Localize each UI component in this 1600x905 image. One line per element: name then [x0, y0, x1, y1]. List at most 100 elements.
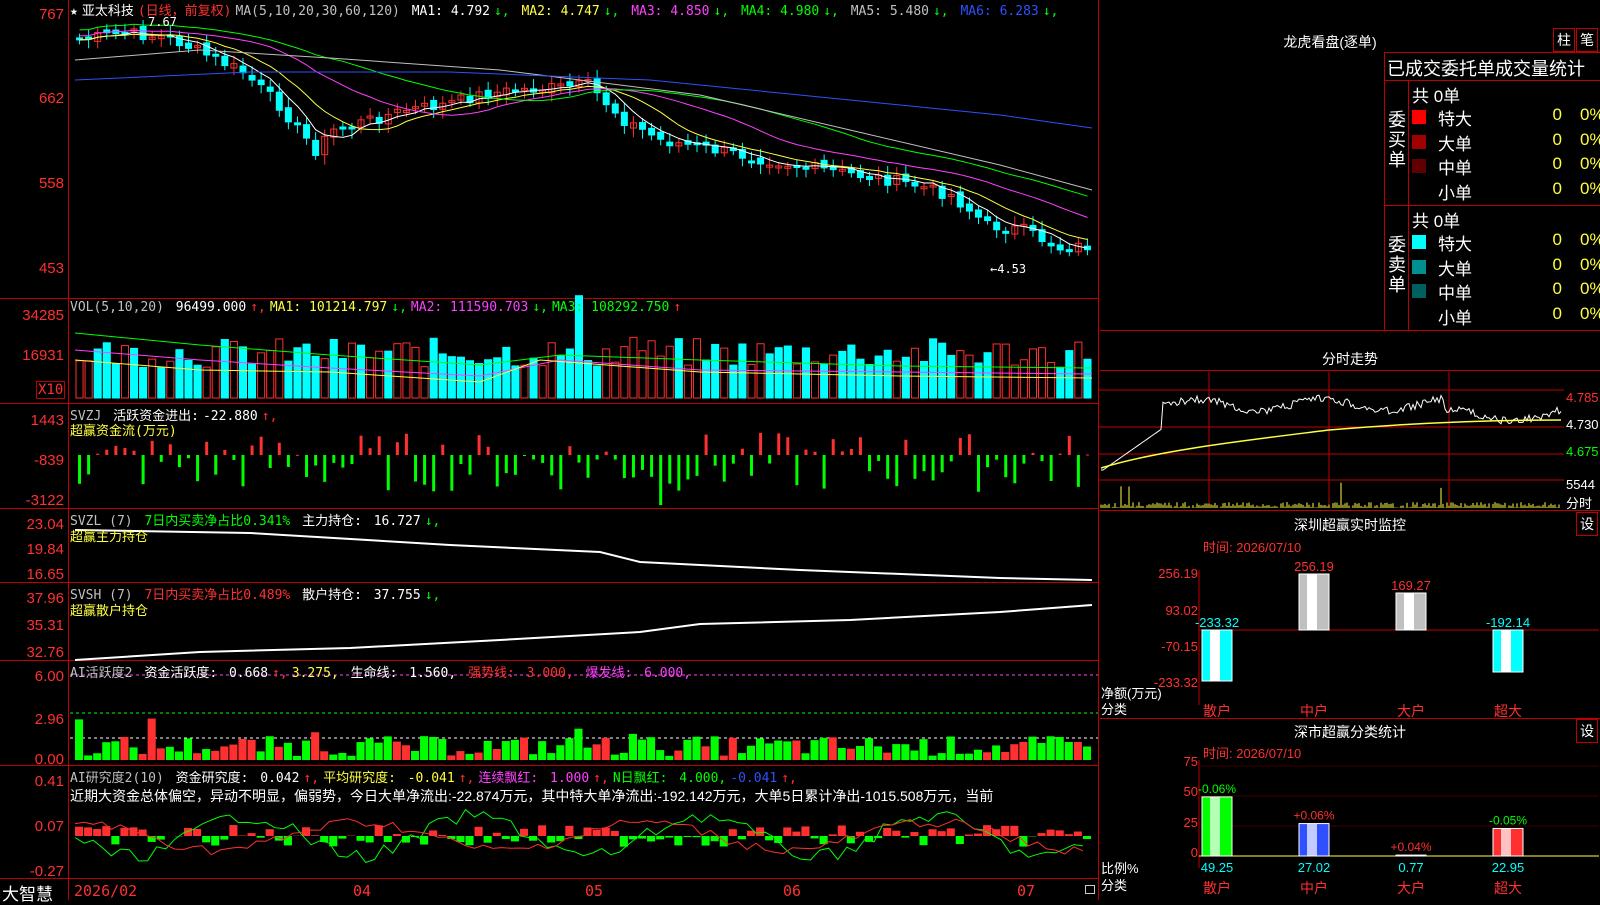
- fund-flow-bar: [705, 435, 708, 455]
- fund-flow-bar: [923, 455, 926, 471]
- vol-value: 96499.000: [176, 300, 246, 315]
- activity-bar: [584, 748, 592, 760]
- volume-bar: [594, 366, 601, 398]
- ma-value-6: MA6: 6.283: [953, 4, 1039, 19]
- lock-icon[interactable]: [1085, 885, 1095, 894]
- activity-bar: [356, 742, 364, 760]
- activity-bar: [983, 752, 991, 760]
- fund-flow-bar: [1031, 453, 1034, 455]
- activity-bar: [638, 740, 646, 760]
- activity-bar: [729, 738, 737, 760]
- monitor-bar-value: -233.32: [1195, 615, 1239, 630]
- fund-flow-bar: [523, 455, 526, 456]
- fund-flow-bar: [278, 443, 281, 455]
- ai-research-v4: 4.000,: [679, 771, 726, 786]
- research-bar: [438, 835, 446, 836]
- fund-flow-bar: [305, 455, 308, 477]
- research-bar: [266, 829, 274, 836]
- candle-body: [994, 222, 1000, 230]
- svzj-tick: -3122: [0, 492, 64, 509]
- volume-bar: [712, 344, 719, 398]
- activity-bar: [148, 719, 156, 760]
- activity-bar: [711, 736, 719, 760]
- research-bar: [311, 835, 319, 836]
- fund-flow-bar: [577, 455, 580, 463]
- volume-bar: [957, 351, 964, 398]
- fund-flow-bar: [269, 455, 272, 468]
- activity-bar: [520, 738, 528, 760]
- fund-flow-bar: [950, 455, 953, 461]
- activity-bar: [965, 754, 973, 760]
- volume-bar: [902, 357, 909, 398]
- volume-bar: [321, 359, 328, 398]
- research-bar: [738, 836, 746, 839]
- fund-flow-bar: [941, 455, 944, 472]
- fund-flow-bar: [205, 442, 208, 455]
- fund-flow-bar: [323, 455, 326, 482]
- activity-bar: [847, 749, 855, 760]
- vol-ma2: MA2: 111590.703: [411, 300, 528, 315]
- fund-flow-bar: [1004, 455, 1007, 477]
- low-price-mark: ←4.53: [990, 262, 1026, 276]
- fund-flow-bar: [414, 455, 417, 482]
- ai-research-v3: 1.000: [550, 771, 589, 786]
- fund-flow-bar: [859, 437, 862, 455]
- research-bar: [211, 836, 219, 846]
- chart-canvas[interactable]: [0, 0, 1098, 900]
- svzj-value: -22.880: [203, 409, 258, 424]
- ai-active-label: AI活跃度2: [70, 666, 132, 681]
- ma-value-5: MA5: 5.480: [843, 4, 929, 19]
- fund-flow-bar: [1077, 455, 1080, 487]
- ai-active-tick: 6.00: [0, 668, 64, 685]
- research-bar: [366, 836, 374, 842]
- fund-flow-bar: [587, 455, 590, 478]
- research-bar: [284, 836, 292, 845]
- candle-body: [1057, 245, 1063, 250]
- fund-flow-bar: [332, 455, 335, 463]
- svsh-value: 37.755: [374, 588, 421, 603]
- research-bar: [756, 827, 764, 836]
- volume-bar: [821, 364, 828, 398]
- candle-body: [748, 161, 754, 163]
- activity-bar: [892, 744, 900, 760]
- candle-body: [258, 80, 264, 85]
- research-bar: [520, 829, 528, 836]
- candle-body: [213, 54, 219, 56]
- stats-top-value: -0.05%: [1489, 813, 1527, 827]
- research-bar: [229, 825, 237, 836]
- research-bar: [356, 836, 364, 841]
- ma-value-3: MA3: 4.850: [623, 4, 709, 19]
- favorite-star-icon[interactable]: ★: [70, 4, 78, 19]
- svzl-sub: 超赢主力持仓: [70, 526, 148, 545]
- fund-flow-bar: [814, 452, 817, 455]
- monitor-bar-value: 169.27: [1391, 578, 1431, 593]
- candle-body: [985, 217, 991, 221]
- research-bar: [465, 836, 473, 845]
- fund-flow-bar: [1086, 454, 1089, 455]
- fund-flow-bar: [895, 455, 898, 486]
- stats-top-value: -0.06%: [1198, 782, 1236, 796]
- activity-bar: [656, 750, 664, 760]
- fund-flow-bar: [632, 455, 635, 477]
- volume-bar: [911, 348, 918, 398]
- volume-bar: [684, 365, 691, 398]
- research-bar: [1074, 832, 1082, 836]
- activity-bar: [1056, 737, 1064, 760]
- fund-flow-bar: [133, 451, 136, 455]
- stock-name[interactable]: 亚太科技: [82, 4, 134, 19]
- activity-bar: [429, 737, 437, 760]
- fund-flow-bar: [1050, 455, 1053, 481]
- volume-bar: [239, 347, 246, 398]
- volume-bar: [621, 347, 628, 398]
- fund-flow-bar: [614, 455, 617, 460]
- xaxis-label: 2026/02: [74, 882, 137, 900]
- volume-bar: [512, 366, 519, 398]
- ai-active-v4: 3.000,: [527, 666, 574, 681]
- fund-flow-bar: [505, 455, 508, 473]
- fund-flow-bar: [350, 455, 353, 464]
- activity-bar: [874, 746, 882, 760]
- candle-body: [803, 167, 809, 169]
- fund-flow-bar: [596, 455, 599, 460]
- volume-bar: [521, 365, 528, 398]
- fund-flow-bar: [187, 455, 190, 458]
